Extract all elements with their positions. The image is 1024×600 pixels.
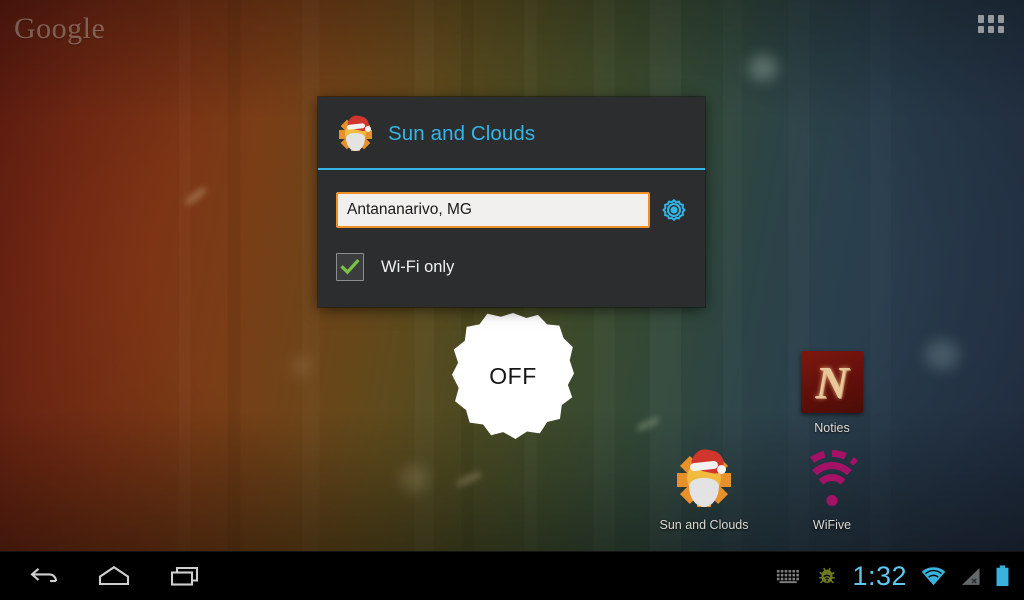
off-toggle-widget[interactable]: OFF — [452, 313, 574, 439]
wifi-only-label: Wi-Fi only — [381, 257, 455, 276]
noties-app-icon: N — [800, 351, 864, 415]
app-label: Noties — [814, 421, 850, 435]
santa-hat-pompom — [717, 465, 726, 474]
app-shortcut-sun-and-clouds[interactable]: Sun and Clouds — [656, 446, 752, 532]
location-input[interactable] — [336, 192, 650, 228]
grid-cell — [978, 25, 984, 33]
status-icons-area: 1:32 — [776, 560, 1024, 591]
grid-cell — [998, 25, 1004, 33]
wifi-only-checkbox[interactable] — [336, 253, 364, 281]
app-shortcut-wifive[interactable]: WiFive — [784, 448, 880, 532]
checkmark-icon — [340, 259, 360, 275]
wifi-dot — [826, 495, 838, 506]
no-sim-signal-icon — [960, 567, 981, 586]
santa-hat-pompom — [365, 126, 371, 132]
app-label: Sun and Clouds — [659, 518, 749, 532]
wifi-arc-inner — [813, 474, 851, 512]
noties-letter: N — [815, 357, 849, 408]
status-bar-clock: 1:32 — [852, 560, 907, 591]
grid-cell — [988, 25, 994, 33]
navigation-buttons — [0, 561, 204, 591]
location-field-row — [336, 192, 687, 228]
back-arrow-icon[interactable] — [24, 561, 60, 591]
dialog-title: Sun and Clouds — [388, 122, 536, 145]
keyboard-icon[interactable] — [776, 568, 802, 584]
usb-debugging-icon[interactable] — [816, 565, 838, 587]
apps-grid-icon[interactable] — [978, 15, 1004, 33]
grid-cell — [978, 15, 984, 23]
sun-and-clouds-settings-dialog: Sun and Clouds Wi-Fi only — [318, 97, 705, 307]
wifi-signal-icon — [921, 566, 946, 586]
battery-full-icon — [995, 565, 1010, 587]
santa-beard — [689, 478, 719, 507]
wifi-only-row[interactable]: Wi-Fi only — [336, 253, 687, 281]
wifive-app-icon — [795, 448, 869, 512]
dialog-body: Wi-Fi only — [318, 170, 705, 307]
sun-and-clouds-app-icon — [672, 446, 736, 512]
system-navigation-bar: 1:32 — [0, 551, 1024, 600]
grid-cell — [998, 15, 1004, 23]
dialog-header: Sun and Clouds — [318, 97, 705, 170]
widget-state-label: OFF — [489, 362, 537, 389]
grid-cell — [988, 15, 994, 23]
recent-apps-icon[interactable] — [168, 561, 204, 591]
app-shortcut-noties[interactable]: N Noties — [784, 350, 880, 435]
google-search-logo[interactable]: Google — [14, 12, 105, 46]
sun-and-clouds-icon — [336, 113, 374, 153]
home-icon[interactable] — [96, 561, 132, 591]
use-current-location-icon[interactable] — [661, 197, 687, 223]
